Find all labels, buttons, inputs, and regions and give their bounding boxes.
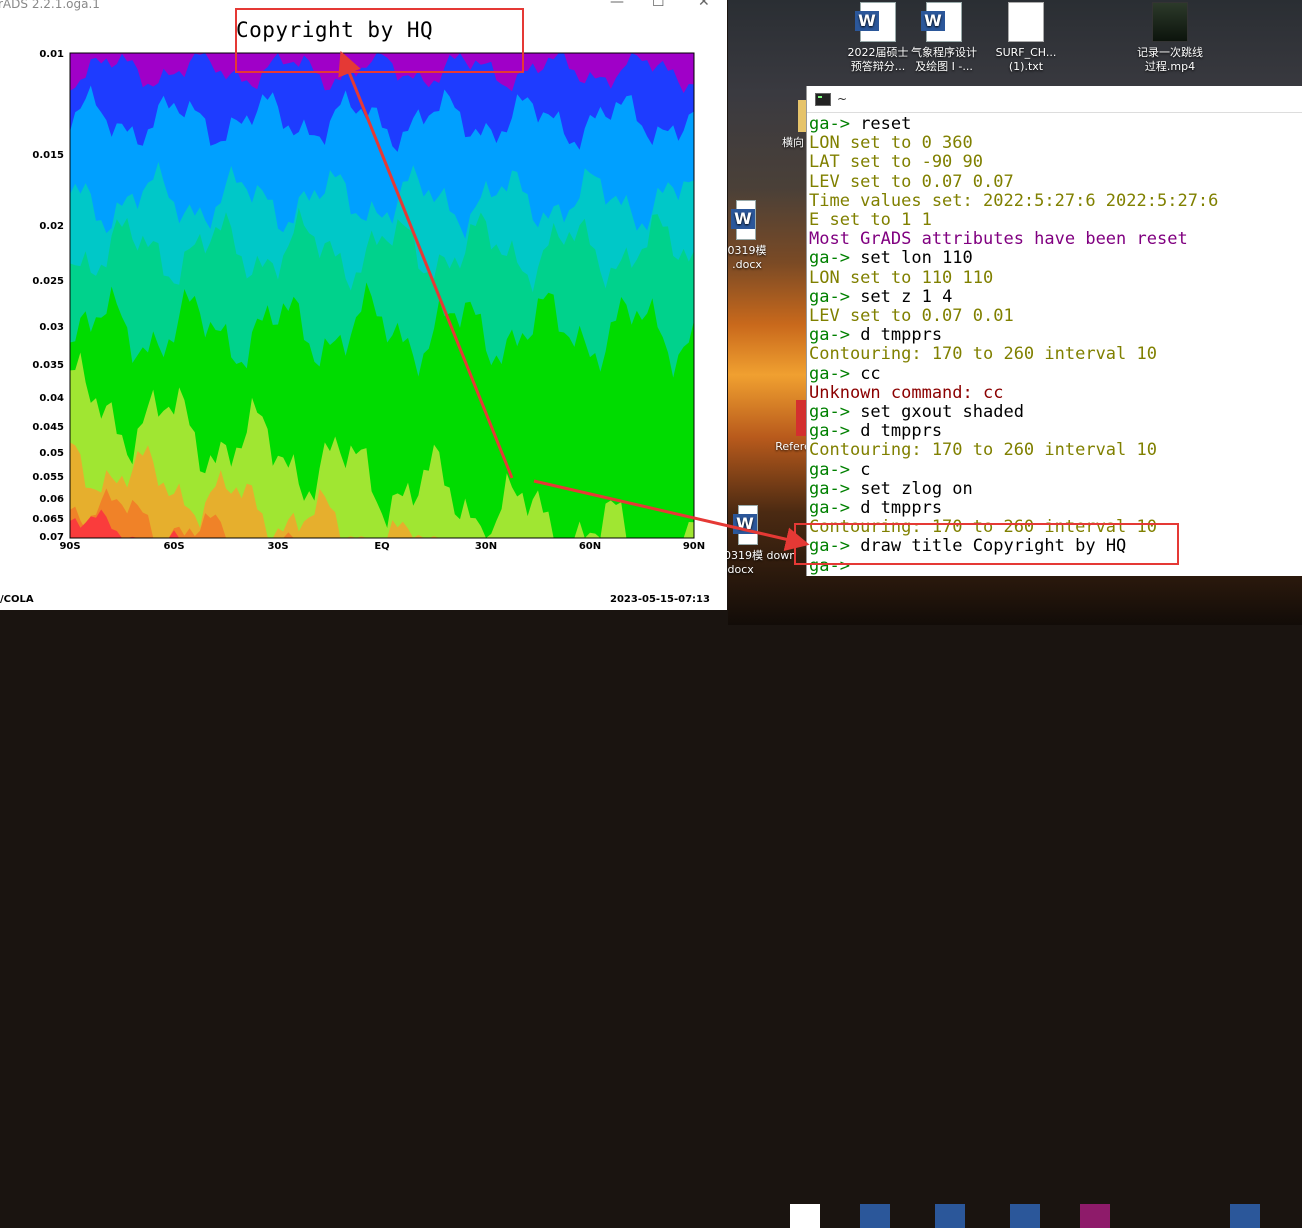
word-doc-icon[interactable]	[1230, 1204, 1260, 1228]
word-doc-icon[interactable]	[935, 1204, 965, 1228]
y-tick-label: 0.05	[39, 448, 64, 460]
terminal-line: Most GrADS attributes have been reset	[809, 229, 1188, 250]
desktop-icon-video[interactable]: 记录一次跳线 过程.mp4	[1132, 2, 1208, 74]
y-tick-label: 0.02	[39, 221, 64, 233]
y-tick-label: 0.01	[39, 49, 64, 60]
footer-timestamp: 2023-05-15-07:13	[610, 594, 710, 605]
y-tick-label: 0.065	[32, 513, 64, 525]
terminal-prompt: ga->	[809, 478, 861, 499]
x-tick-label: EQ	[374, 541, 390, 552]
desktop-icon-thesis-defense[interactable]: 2022届硕士 预答辩分...	[840, 2, 916, 74]
terminal-line: ga-> set zlog on	[809, 478, 1302, 499]
highlight-box-plot-title	[235, 8, 524, 73]
terminal-line: ga-> reset	[809, 114, 1302, 134]
desktop-icon-label: 2022届硕士 预答辩分...	[847, 46, 909, 73]
terminal-window[interactable]: ~ ga-> reset LON set to 0 360 LAT set to -…	[806, 86, 1302, 576]
terminal-command: d tmpprs	[860, 421, 943, 442]
terminal-line: Time values set: 2022:5:27:6 2022:5:27:6	[809, 190, 1219, 211]
terminal-line: Contouring: 170 to 260 interval 10	[809, 344, 1157, 365]
y-tick-label: 0.07	[39, 532, 64, 543]
terminal-prompt: ga->	[809, 498, 861, 519]
terminal-prompt: ga->	[809, 248, 861, 269]
x-tick-label: 30N	[474, 541, 498, 552]
terminal-titlebar[interactable]: ~	[807, 86, 1302, 113]
terminal-command: c	[860, 459, 871, 480]
footer-credit: /COLA	[0, 594, 34, 605]
terminal-line: E set to 1 1	[809, 210, 932, 231]
terminal-line: LEV set to 0.07 0.07	[809, 171, 1014, 192]
terminal-prompt: ga->	[809, 363, 861, 384]
desktop-icon-row-bottom	[660, 600, 1302, 1228]
terminal-command: set zlog on	[860, 478, 973, 499]
terminal-command: set z 1 4	[860, 286, 953, 307]
terminal-line: ga-> d tmpprs	[809, 498, 1302, 519]
terminal-line: Unknown command: cc	[809, 382, 1004, 403]
video-file-icon	[1152, 2, 1188, 42]
terminal-line: LON set to 110 110	[809, 267, 994, 288]
x-tick-label: 90S	[59, 541, 81, 552]
text-file-icon	[1008, 2, 1044, 42]
terminal-line: LON set to 0 360	[809, 133, 973, 154]
file-icon[interactable]	[790, 1204, 820, 1228]
word-doc-icon	[731, 200, 756, 240]
terminal-command: set gxout shaded	[860, 402, 1024, 423]
terminal-prompt: ga->	[809, 402, 861, 423]
y-tick-label: 0.025	[32, 276, 64, 288]
word-doc-icon	[855, 2, 896, 42]
terminal-output[interactable]: ga-> reset LON set to 0 360 LAT set to -90…	[807, 113, 1302, 576]
terminal-line: ga-> d tmpprs	[809, 326, 1302, 345]
x-tick-label: 30S	[267, 541, 289, 552]
terminal-line: ga-> cc	[809, 363, 1302, 384]
word-doc-icon	[921, 2, 962, 42]
y-tick-label: 0.015	[32, 149, 64, 161]
shaded-contour-plot	[69, 52, 695, 539]
highlight-box-draw-command	[794, 523, 1179, 565]
y-tick-label: 0.035	[32, 359, 64, 371]
terminal-prompt: ga->	[809, 421, 861, 442]
terminal-line: ga-> c	[809, 459, 1302, 480]
terminal-command: set lon 110	[860, 248, 973, 269]
desktop-icon-label: SURF_CH... (1).txt	[995, 46, 1057, 73]
word-doc-icon[interactable]	[860, 1204, 890, 1228]
terminal-command: d tmpprs	[860, 325, 943, 346]
terminal-prompt: ga->	[809, 325, 861, 346]
terminal-line: Contouring: 170 to 260 interval 10	[809, 440, 1157, 461]
grads-window: rADS 2.2.1.oga.1 — ☐ ✕ Copyright by HQ 0…	[0, 0, 727, 610]
word-doc-icon[interactable]	[1010, 1204, 1040, 1228]
x-tick-label: 90N	[682, 541, 706, 552]
terminal-prompt: ga->	[809, 286, 861, 307]
terminal-line: LEV set to 0.07 0.01	[809, 306, 1014, 327]
desktop-icon-label: 记录一次跳线 过程.mp4	[1137, 46, 1203, 73]
desktop-icon-label: 0319模 .docx	[727, 244, 767, 271]
y-tick-label: 0.045	[32, 422, 64, 434]
desktop-icon-surf-txt[interactable]: SURF_CH... (1).txt	[988, 2, 1064, 74]
y-tick-label: 0.06	[39, 493, 64, 505]
terminal-line: ga-> d tmpprs	[809, 422, 1302, 441]
terminal-line: LAT set to -90 90	[809, 152, 983, 173]
terminal-command: cc	[860, 363, 881, 384]
terminal-title: ~	[837, 92, 848, 106]
x-tick-label: 60N	[578, 541, 602, 552]
terminal-command: d tmpprs	[860, 498, 943, 519]
x-tick-label: 60S	[163, 541, 185, 552]
word-doc-icon	[733, 505, 758, 545]
terminal-prompt: ga->	[809, 114, 861, 134]
terminal-line: ga-> set z 1 4	[809, 286, 1302, 307]
terminal-line: ga-> set lon 110	[809, 249, 1302, 268]
terminal-line: ga-> set gxout shaded	[809, 402, 1302, 423]
desktop-icon-meteorology-program[interactable]: 气象程序设计 及绘图 I -...	[906, 2, 982, 74]
archive-icon[interactable]	[1080, 1204, 1110, 1228]
desktop-icon-partial-2[interactable]: 0319模 .docx	[722, 200, 772, 272]
y-tick-label: 0.055	[32, 472, 64, 484]
desktop-icon-label: 气象程序设计 及绘图 I -...	[911, 46, 977, 73]
terminal-command: reset	[860, 114, 912, 134]
y-tick-label: 0.04	[39, 393, 64, 405]
y-tick-label: 0.03	[39, 321, 64, 333]
terminal-prompt: ga->	[809, 459, 861, 480]
terminal-icon	[815, 92, 831, 106]
